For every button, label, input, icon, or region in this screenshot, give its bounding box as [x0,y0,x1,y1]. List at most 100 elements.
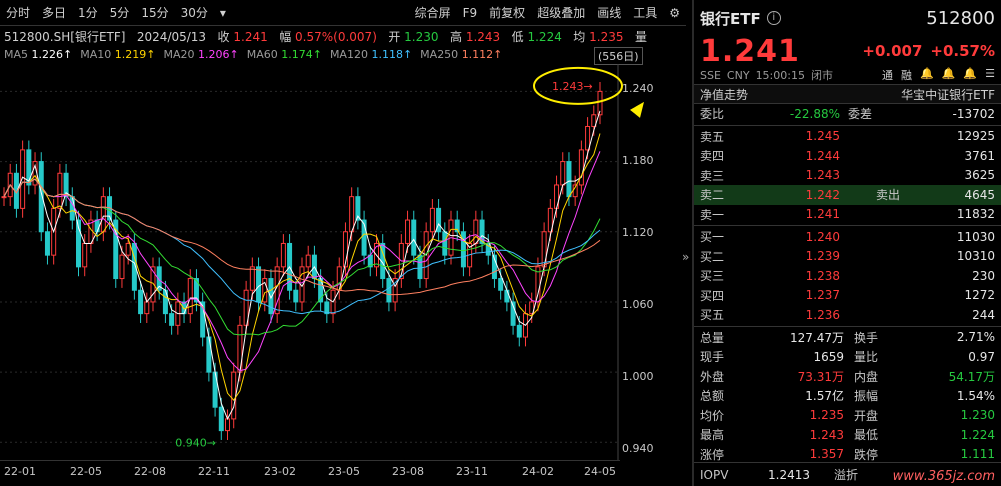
iopv-label: IOPV [700,467,729,482]
stat-label: 换手 [854,330,879,345]
candle-body [280,242,286,268]
tab-multi-day[interactable]: 多日 [36,0,72,26]
alert-icon[interactable]: 🔔 [963,67,977,83]
candle-body [498,278,504,291]
tab-30min[interactable]: 30分 [175,0,214,26]
ma5-legend: MA5 1.226↑ [4,48,73,61]
period-dropdown-icon[interactable]: ▾ [214,0,232,26]
alert-icon[interactable]: 🔔 [920,67,934,83]
divider [694,325,1001,327]
ask-row[interactable]: 卖四 1.244 3761 [694,146,1001,166]
bid-row[interactable]: 买三 1.238 230 [694,266,1001,286]
candlestick-plot[interactable]: 1.243→ 0.940→ [0,64,686,464]
bid-price: 1.237 [805,288,840,303]
stat-value: 1.243 [809,427,844,442]
avg-value: 1.235 [589,30,624,44]
panel-tabs: 净值走势 华宝中证银行ETF [694,84,1001,104]
f9-button[interactable]: F9 [457,0,484,26]
security-name: 银行ETF [700,9,761,28]
stat-value: 1.357 [809,447,844,462]
x-tick: 22-01 [4,465,36,478]
stat-value: 1.111 [960,447,995,462]
tab-5min[interactable]: 5分 [104,0,136,26]
stats-row: 均价 1.235 开盘 1.230 [694,406,1001,426]
low-value: 1.224 [527,30,562,44]
candle-body [442,231,448,256]
amp-label: 幅 [279,30,292,44]
bid-row[interactable]: 买二 1.239 10310 [694,247,1001,267]
ask-row[interactable]: 卖三 1.243 3625 [694,166,1001,186]
fund-name-label[interactable]: 华宝中证银行ETF [901,86,995,103]
draw-line-button[interactable]: 画线 [591,0,627,26]
candle-body [218,406,224,432]
stat-label: 总量 [700,330,725,345]
tab-nav-trend[interactable]: 净值走势 [700,86,748,103]
composite-screen-button[interactable]: 综合屏 [409,0,457,26]
tab-intraday[interactable]: 分时 [0,0,36,26]
level-label: 买四 [700,288,725,303]
ask-price: 1.243 [805,168,840,183]
tools-button[interactable]: 工具 [627,0,663,26]
x-tick: 24-02 [522,465,554,478]
date-label: 2024/05/13 [136,30,207,44]
y-tick: 1.060 [622,298,654,311]
alert-icon[interactable]: 🔔 [942,67,956,83]
price-change: +0.007 [862,42,923,60]
webi-value: -22.88% [789,106,840,121]
low-label: 低 [511,30,524,44]
open-label: 开 [388,30,401,44]
candle-body [69,196,75,221]
candle-body [429,207,435,233]
gear-icon[interactable]: ⚙ [663,0,686,26]
ask-row[interactable]: 卖二 1.242 卖出 4645 [694,185,1001,205]
level-label: 卖三 [700,168,725,183]
stat-value: 73.31万 [797,369,844,384]
ask-volume: 3761 [964,148,995,163]
date-axis: 22-01 22-05 22-08 22-11 23-02 23-05 23-0… [0,460,620,486]
stat-label: 跌停 [854,447,879,462]
divider [694,124,1001,126]
quote-panel: 银行ETF i 512800 1.241 +0.007 +0.57% SSE C… [694,0,1001,486]
webi-row: 委比 -22.88% 委差 -13702 [694,104,1001,124]
close-value: 1.241 [233,30,268,44]
security-code: 512800 [926,7,995,29]
candle-body [225,418,230,432]
forward-adjust-button[interactable]: 前复权 [483,0,531,26]
tab-15min[interactable]: 15分 [135,0,174,26]
bid-row[interactable]: 买一 1.240 11030 [694,227,1001,247]
candle-body [411,219,417,256]
stock-connect-icon[interactable]: 通 [882,67,893,83]
bid-volume: 11030 [956,229,995,244]
avg-label: 均 [573,30,586,44]
kline-chart-area[interactable]: 分时 多日 1分 5分 15分 30分 ▾ 综合屏 F9 前复权 超级叠加 画线… [0,0,689,486]
pointer-arrow-icon [630,101,644,118]
candle-body [460,231,466,268]
candle-body [20,149,26,209]
super-overlay-button[interactable]: 超级叠加 [531,0,591,26]
info-icon[interactable]: i [766,11,781,25]
ask-volume: 3625 [964,168,995,183]
tab-1min[interactable]: 1分 [72,0,104,26]
x-tick: 22-08 [134,465,166,478]
candle-body [473,219,479,244]
webi-label: 委比 [700,107,725,122]
stat-value: 2.71% [956,330,995,345]
high-label: 高 [449,30,462,44]
margin-icon[interactable]: 融 [901,67,912,83]
open-value: 1.230 [404,30,439,44]
candle-body [504,289,510,303]
stat-label: 内盘 [854,369,879,384]
amp-value: 0.57%(0.007) [295,30,377,44]
bid-row[interactable]: 买五 1.236 244 [694,305,1001,325]
candle-body [386,278,392,303]
high-annotation: 1.243→ [552,80,593,93]
candle-body [231,371,237,420]
ask-row[interactable]: 卖五 1.245 12925 [694,127,1001,147]
menu-icon[interactable]: ☰ [985,67,995,83]
ask-row[interactable]: 卖一 1.241 11832 [694,205,1001,225]
bid-row[interactable]: 买四 1.237 1272 [694,286,1001,306]
day-count-badge[interactable]: (556日) [594,47,643,65]
x-tick: 23-02 [264,465,296,478]
y-tick: 1.240 [622,82,654,95]
collapse-panel-icon[interactable]: » [682,250,689,264]
